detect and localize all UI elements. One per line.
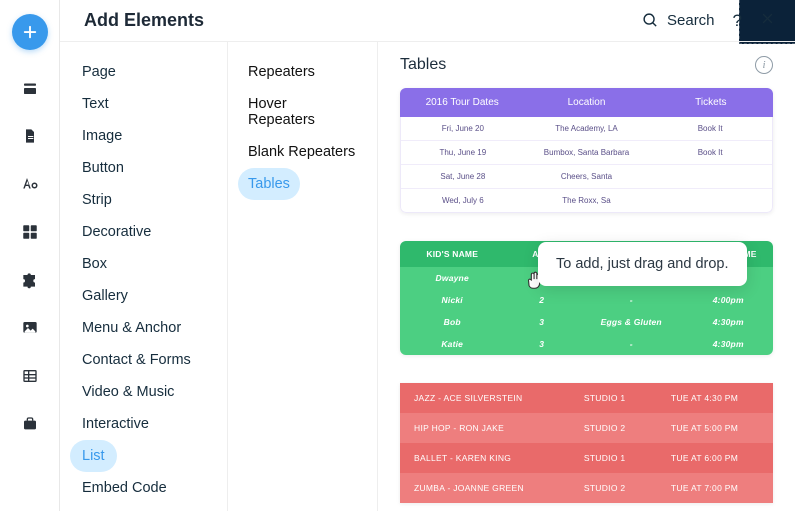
- table-cell: Nicki: [400, 295, 504, 305]
- table-cell: The Roxx, Sa: [525, 196, 649, 205]
- table-cell: Thu, June 19: [401, 148, 525, 157]
- rail-item-data[interactable]: [20, 366, 40, 386]
- table-cell: TUE AT 7:00 PM: [650, 483, 759, 493]
- table-cell: Book It: [648, 124, 772, 133]
- table-cell: TUE AT 5:00 PM: [650, 423, 759, 433]
- panel-header: Add Elements Search ?: [60, 0, 795, 42]
- table-cell: ZUMBA - JOANNE GREEN: [414, 483, 559, 493]
- table-header-cell: KID'S NAME: [400, 249, 504, 259]
- table-cell: [648, 172, 772, 181]
- close-icon: [760, 11, 775, 26]
- table-cell: 4:30pm: [683, 339, 773, 349]
- search-button[interactable]: Search: [642, 12, 715, 29]
- table-preset[interactable]: JAZZ - ACE SILVERSTEIN STUDIO 1 TUE AT 4…: [400, 383, 773, 503]
- table-cell: Dwayne: [400, 273, 504, 283]
- section-title: Tables: [400, 56, 446, 74]
- table-cell: STUDIO 1: [559, 453, 650, 463]
- subcategory-item[interactable]: Repeaters: [238, 56, 367, 88]
- table-cell: Bob: [400, 317, 504, 327]
- subcategory-item[interactable]: Tables: [238, 168, 300, 200]
- text-style-icon: [20, 175, 40, 193]
- category-item[interactable]: Video & Music: [70, 376, 217, 408]
- page-icon: [21, 79, 39, 97]
- search-label: Search: [667, 12, 715, 29]
- preview-pane: Tables i 2016 Tour Dates Location Ticket…: [378, 42, 795, 511]
- table-header-cell: 2016 Tour Dates: [400, 97, 524, 108]
- tooltip-text: To add, just drag and drop.: [556, 256, 729, 272]
- table-cell: Eggs & Gluten: [579, 317, 683, 327]
- category-item[interactable]: Page: [70, 56, 217, 88]
- rail-item-media[interactable]: [20, 318, 40, 338]
- category-item[interactable]: Image: [70, 120, 217, 152]
- table-cell: JAZZ - ACE SILVERSTEIN: [414, 393, 559, 403]
- table-cell: BALLET - KAREN KING: [414, 453, 559, 463]
- document-icon: [22, 127, 38, 145]
- table-cell: Sat, June 28: [401, 172, 525, 181]
- category-item[interactable]: Decorative: [70, 216, 217, 248]
- table-cell: Cheers, Santa: [525, 172, 649, 181]
- briefcase-icon: [21, 416, 39, 432]
- category-item[interactable]: Text: [70, 88, 217, 120]
- table-cell: STUDIO 2: [559, 423, 650, 433]
- table-cell: Bumbox, Santa Barbara: [525, 148, 649, 157]
- tool-rail: [0, 0, 60, 511]
- table-cell: Katie: [400, 339, 504, 349]
- category-item[interactable]: Box: [70, 248, 217, 280]
- table-cell: -: [579, 295, 683, 305]
- rail-item-document[interactable]: [20, 126, 40, 146]
- category-item[interactable]: Button: [70, 152, 217, 184]
- table-cell: [648, 196, 772, 205]
- grid-icon: [21, 223, 39, 241]
- table-cell: STUDIO 2: [559, 483, 650, 493]
- category-item[interactable]: Contact & Forms: [70, 344, 217, 376]
- search-icon: [642, 12, 659, 29]
- table-cell: Wed, July 6: [401, 196, 525, 205]
- table-cell: -: [579, 339, 683, 349]
- drag-drop-tooltip: To add, just drag and drop.: [538, 242, 747, 286]
- category-item[interactable]: List: [70, 440, 117, 472]
- table-cell: 3: [504, 317, 579, 327]
- table-header-cell: Location: [524, 97, 648, 108]
- table-header-cell: Tickets: [649, 97, 773, 108]
- table-cell: Book It: [648, 148, 772, 157]
- rail-item-apps[interactable]: [20, 222, 40, 242]
- rail-item-integrations[interactable]: [20, 270, 40, 290]
- info-icon: i: [762, 59, 765, 71]
- table-cell: Fri, June 20: [401, 124, 525, 133]
- subcategory-item[interactable]: Hover Repeaters: [238, 88, 367, 136]
- puzzle-icon: [20, 270, 40, 290]
- table-cell: TUE AT 4:30 PM: [650, 393, 759, 403]
- table-cell: 4:30pm: [683, 317, 773, 327]
- rail-item-pages[interactable]: [20, 78, 40, 98]
- rail-item-font[interactable]: [20, 174, 40, 194]
- rail-item-business[interactable]: [20, 414, 40, 434]
- plus-icon: [21, 23, 39, 41]
- panel-title: Add Elements: [84, 10, 204, 31]
- add-button[interactable]: [12, 14, 48, 50]
- image-icon: [21, 320, 39, 336]
- table-cell: HIP HOP - RON JAKE: [414, 423, 559, 433]
- category-list: Page Text Image Button Strip Decorative …: [60, 42, 228, 511]
- category-item[interactable]: Embed Code: [70, 472, 217, 504]
- add-elements-panel: Add Elements Search ? Page Text Image Bu…: [60, 0, 795, 511]
- category-item[interactable]: Menu & Anchor: [70, 312, 217, 344]
- table-cell: 4:00pm: [683, 295, 773, 305]
- table-cell: TUE AT 6:00 PM: [650, 453, 759, 463]
- table-cell: 2: [504, 295, 579, 305]
- table-cell: The Academy, LA: [525, 124, 649, 133]
- table-icon: [21, 368, 39, 384]
- table-cell: STUDIO 1: [559, 393, 650, 403]
- info-button[interactable]: i: [755, 56, 773, 74]
- subcategory-list: Repeaters Hover Repeaters Blank Repeater…: [228, 42, 378, 511]
- subcategory-item[interactable]: Blank Repeaters: [238, 136, 367, 168]
- help-button[interactable]: ?: [733, 11, 742, 31]
- category-item[interactable]: Interactive: [70, 408, 217, 440]
- category-item[interactable]: Strip: [70, 184, 217, 216]
- category-item[interactable]: Gallery: [70, 280, 217, 312]
- table-cell: 3: [504, 339, 579, 349]
- table-preset[interactable]: 2016 Tour Dates Location Tickets Fri, Ju…: [400, 88, 773, 213]
- close-button[interactable]: [760, 11, 775, 31]
